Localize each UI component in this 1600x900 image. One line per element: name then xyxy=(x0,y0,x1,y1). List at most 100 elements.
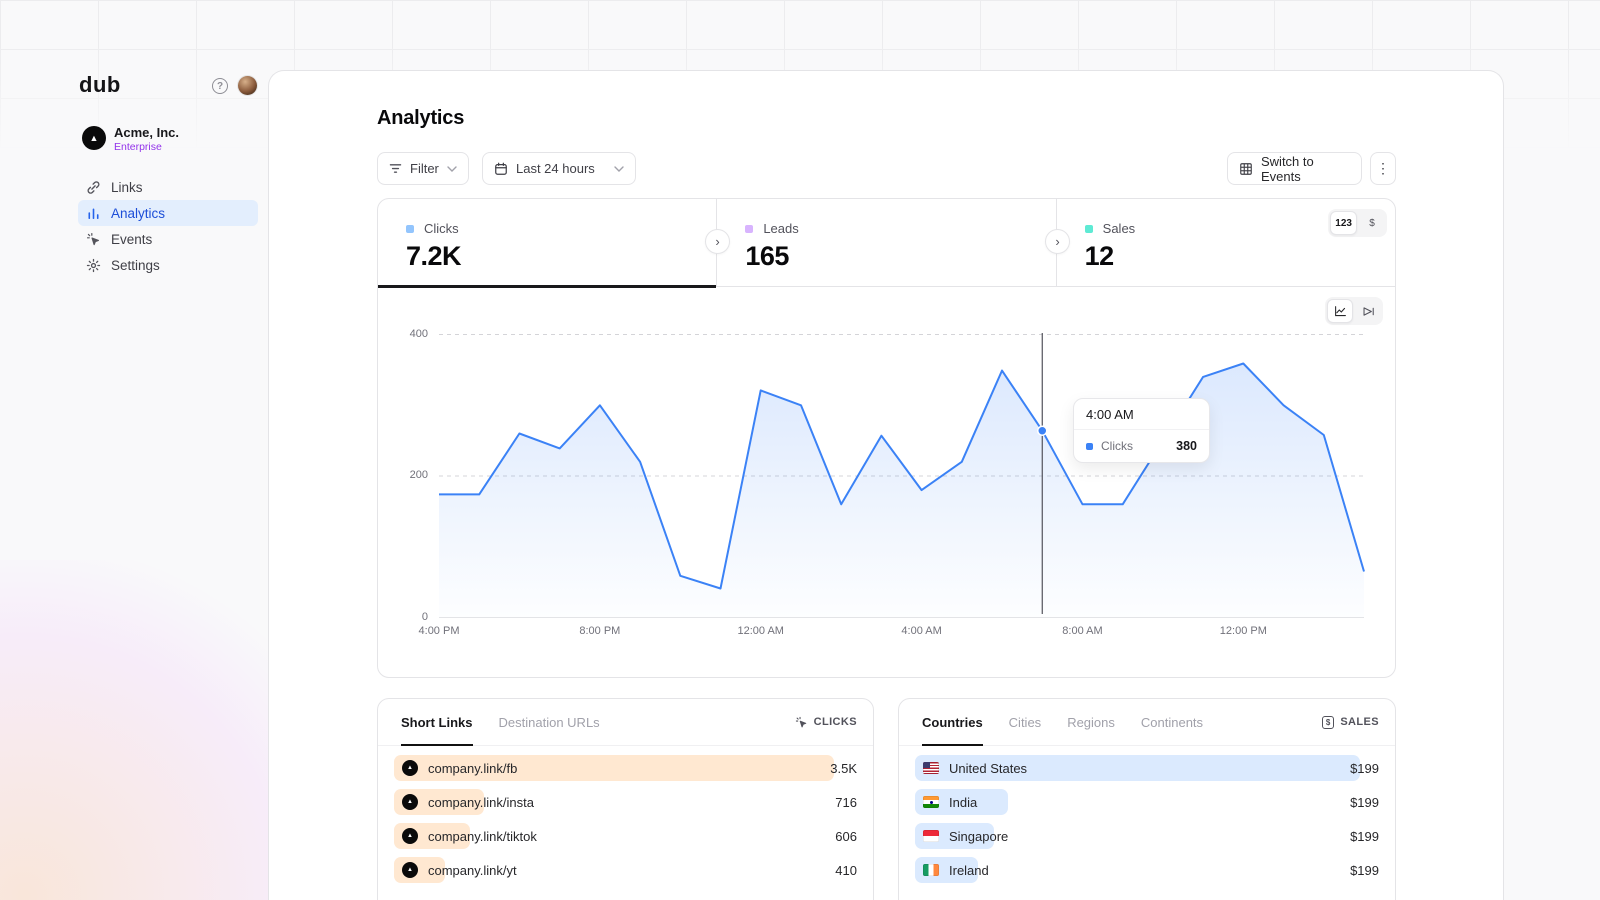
sidebar-item-analytics[interactable]: Analytics xyxy=(78,200,258,226)
link-row[interactable]: ▲ company.link/fb 3.5K xyxy=(394,755,857,781)
funnel-view-button[interactable] xyxy=(1355,299,1381,323)
analytics-card: Clicks 7.2K Leads 165 xyxy=(377,198,1396,678)
sales-metric-button[interactable]: $ SALES xyxy=(1322,716,1379,729)
unit-count-button[interactable]: 123 xyxy=(1330,211,1357,235)
workspace-logo-icon[interactable]: ▲ xyxy=(82,126,106,150)
main-content: Analytics Filter Last 24 hours xyxy=(377,71,1396,900)
short-links-tabs: Short Links Destination URLs xyxy=(401,699,600,745)
x-axis-label: 12:00 PM xyxy=(1220,625,1267,637)
line-chart-view-button[interactable] xyxy=(1327,299,1353,323)
chevron-down-icon xyxy=(614,166,624,172)
link-row[interactable]: ▲ company.link/insta 716 xyxy=(394,789,857,815)
countries-header: Countries Cities Regions Continents $ SA… xyxy=(899,699,1395,746)
app-window: dub ? ▲ Acme, Inc. Enterprise Links Anal… xyxy=(0,0,1600,900)
link-label: company.link/fb xyxy=(428,761,517,776)
link-favicon: ▲ xyxy=(402,794,418,810)
filter-button[interactable]: Filter xyxy=(377,152,469,185)
sidebar-item-links[interactable]: Links xyxy=(78,174,258,200)
leads-dot xyxy=(745,225,753,233)
stat-label: Leads xyxy=(763,221,798,236)
x-axis-label: 8:00 PM xyxy=(579,625,620,637)
countries-card: Countries Cities Regions Continents $ SA… xyxy=(898,698,1396,900)
ireland-flag-icon xyxy=(923,864,939,876)
tab-short-links[interactable]: Short Links xyxy=(401,699,473,745)
gear-icon xyxy=(86,258,101,273)
link-favicon: ▲ xyxy=(402,862,418,878)
clicks-metric-button[interactable]: CLICKS xyxy=(795,716,857,729)
filter-button-label: Filter xyxy=(410,161,439,176)
chart-tooltip: 4:00 AM Clicks 380 xyxy=(1073,398,1210,463)
workspace-name[interactable]: Acme, Inc. xyxy=(114,125,179,140)
sales-dot xyxy=(1085,225,1093,233)
more-options-button[interactable]: ⋮ xyxy=(1370,152,1396,185)
filter-icon xyxy=(389,163,402,174)
date-range-label: Last 24 hours xyxy=(516,161,595,176)
date-range-button[interactable]: Last 24 hours xyxy=(482,152,636,185)
link-clicks: 716 xyxy=(835,795,857,810)
cursor-click-icon xyxy=(795,716,808,729)
stat-value: 12 xyxy=(1085,241,1395,272)
kebab-icon: ⋮ xyxy=(1376,160,1390,177)
sidebar: dub ? ▲ Acme, Inc. Enterprise Links Anal… xyxy=(0,0,268,900)
link-favicon: ▲ xyxy=(402,828,418,844)
help-icon[interactable]: ? xyxy=(212,78,228,94)
link-clicks: 606 xyxy=(835,829,857,844)
link-label: company.link/yt xyxy=(428,863,517,878)
unit-currency-button[interactable]: $ xyxy=(1359,211,1385,235)
country-label: Ireland xyxy=(949,863,989,878)
tab-cities[interactable]: Cities xyxy=(1009,699,1042,745)
sidebar-item-label: Analytics xyxy=(111,206,165,221)
country-row[interactable]: India $199 xyxy=(915,789,1379,815)
country-row[interactable]: Ireland $199 xyxy=(915,857,1379,883)
country-row[interactable]: United States $199 xyxy=(915,755,1379,781)
tab-continents[interactable]: Continents xyxy=(1141,699,1203,745)
sidebar-nav: Links Analytics Events xyxy=(78,174,258,278)
workspace-logo-mark: ▲ xyxy=(90,133,99,143)
clicks-dot xyxy=(406,225,414,233)
singapore-flag-icon xyxy=(923,830,939,842)
country-row[interactable]: Singapore $199 xyxy=(915,823,1379,849)
dub-logo: dub xyxy=(79,72,121,98)
link-clicks: 410 xyxy=(835,863,857,878)
link-clicks: 3.5K xyxy=(830,761,857,776)
tab-countries[interactable]: Countries xyxy=(922,699,983,745)
sidebar-item-label: Settings xyxy=(111,258,160,273)
stat-tab-leads[interactable]: Leads 165 xyxy=(716,199,1055,286)
expand-clicks-button[interactable]: › xyxy=(705,229,730,254)
country-label: United States xyxy=(949,761,1027,776)
main-panel: Analytics Filter Last 24 hours xyxy=(268,70,1504,900)
clicks-chart[interactable] xyxy=(439,333,1364,618)
stat-value: 165 xyxy=(745,241,1055,272)
country-sales: $199 xyxy=(1350,761,1379,776)
short-links-card: Short Links Destination URLs CLICKS xyxy=(377,698,874,900)
short-links-header: Short Links Destination URLs CLICKS xyxy=(378,699,873,746)
link-row[interactable]: ▲ company.link/yt 410 xyxy=(394,857,857,883)
metric-label: CLICKS xyxy=(814,716,857,728)
link-label: company.link/insta xyxy=(428,795,534,810)
user-avatar[interactable] xyxy=(238,76,257,95)
stat-tab-clicks[interactable]: Clicks 7.2K xyxy=(378,199,716,286)
grid-icon xyxy=(1239,162,1253,176)
tooltip-series-dot xyxy=(1086,443,1093,450)
short-links-list: ▲ company.link/fb 3.5K ▲ company.link/in… xyxy=(378,746,873,883)
chart-view-toggle xyxy=(1325,297,1383,325)
cursor-click-icon xyxy=(86,232,101,247)
sidebar-item-events[interactable]: Events xyxy=(78,226,258,252)
stat-tab-sales[interactable]: Sales 12 123 $ xyxy=(1056,199,1395,286)
chevron-down-icon xyxy=(447,166,457,172)
chart-canvas xyxy=(439,333,1364,618)
y-axis-label: 400 xyxy=(378,328,428,340)
expand-leads-button[interactable]: › xyxy=(1045,229,1070,254)
tooltip-series-label: Clicks xyxy=(1101,439,1133,453)
us-flag-icon xyxy=(923,762,939,774)
link-favicon: ▲ xyxy=(402,760,418,776)
country-label: India xyxy=(949,795,977,810)
link-label: company.link/tiktok xyxy=(428,829,537,844)
workspace-plan-badge: Enterprise xyxy=(114,141,162,153)
tab-regions[interactable]: Regions xyxy=(1067,699,1115,745)
tab-destination-urls[interactable]: Destination URLs xyxy=(499,699,600,745)
link-row[interactable]: ▲ company.link/tiktok 606 xyxy=(394,823,857,849)
switch-to-events-button[interactable]: Switch to Events xyxy=(1227,152,1362,185)
sidebar-item-settings[interactable]: Settings xyxy=(78,252,258,278)
countries-list: United States $199 India $199 Singapore … xyxy=(899,746,1395,883)
